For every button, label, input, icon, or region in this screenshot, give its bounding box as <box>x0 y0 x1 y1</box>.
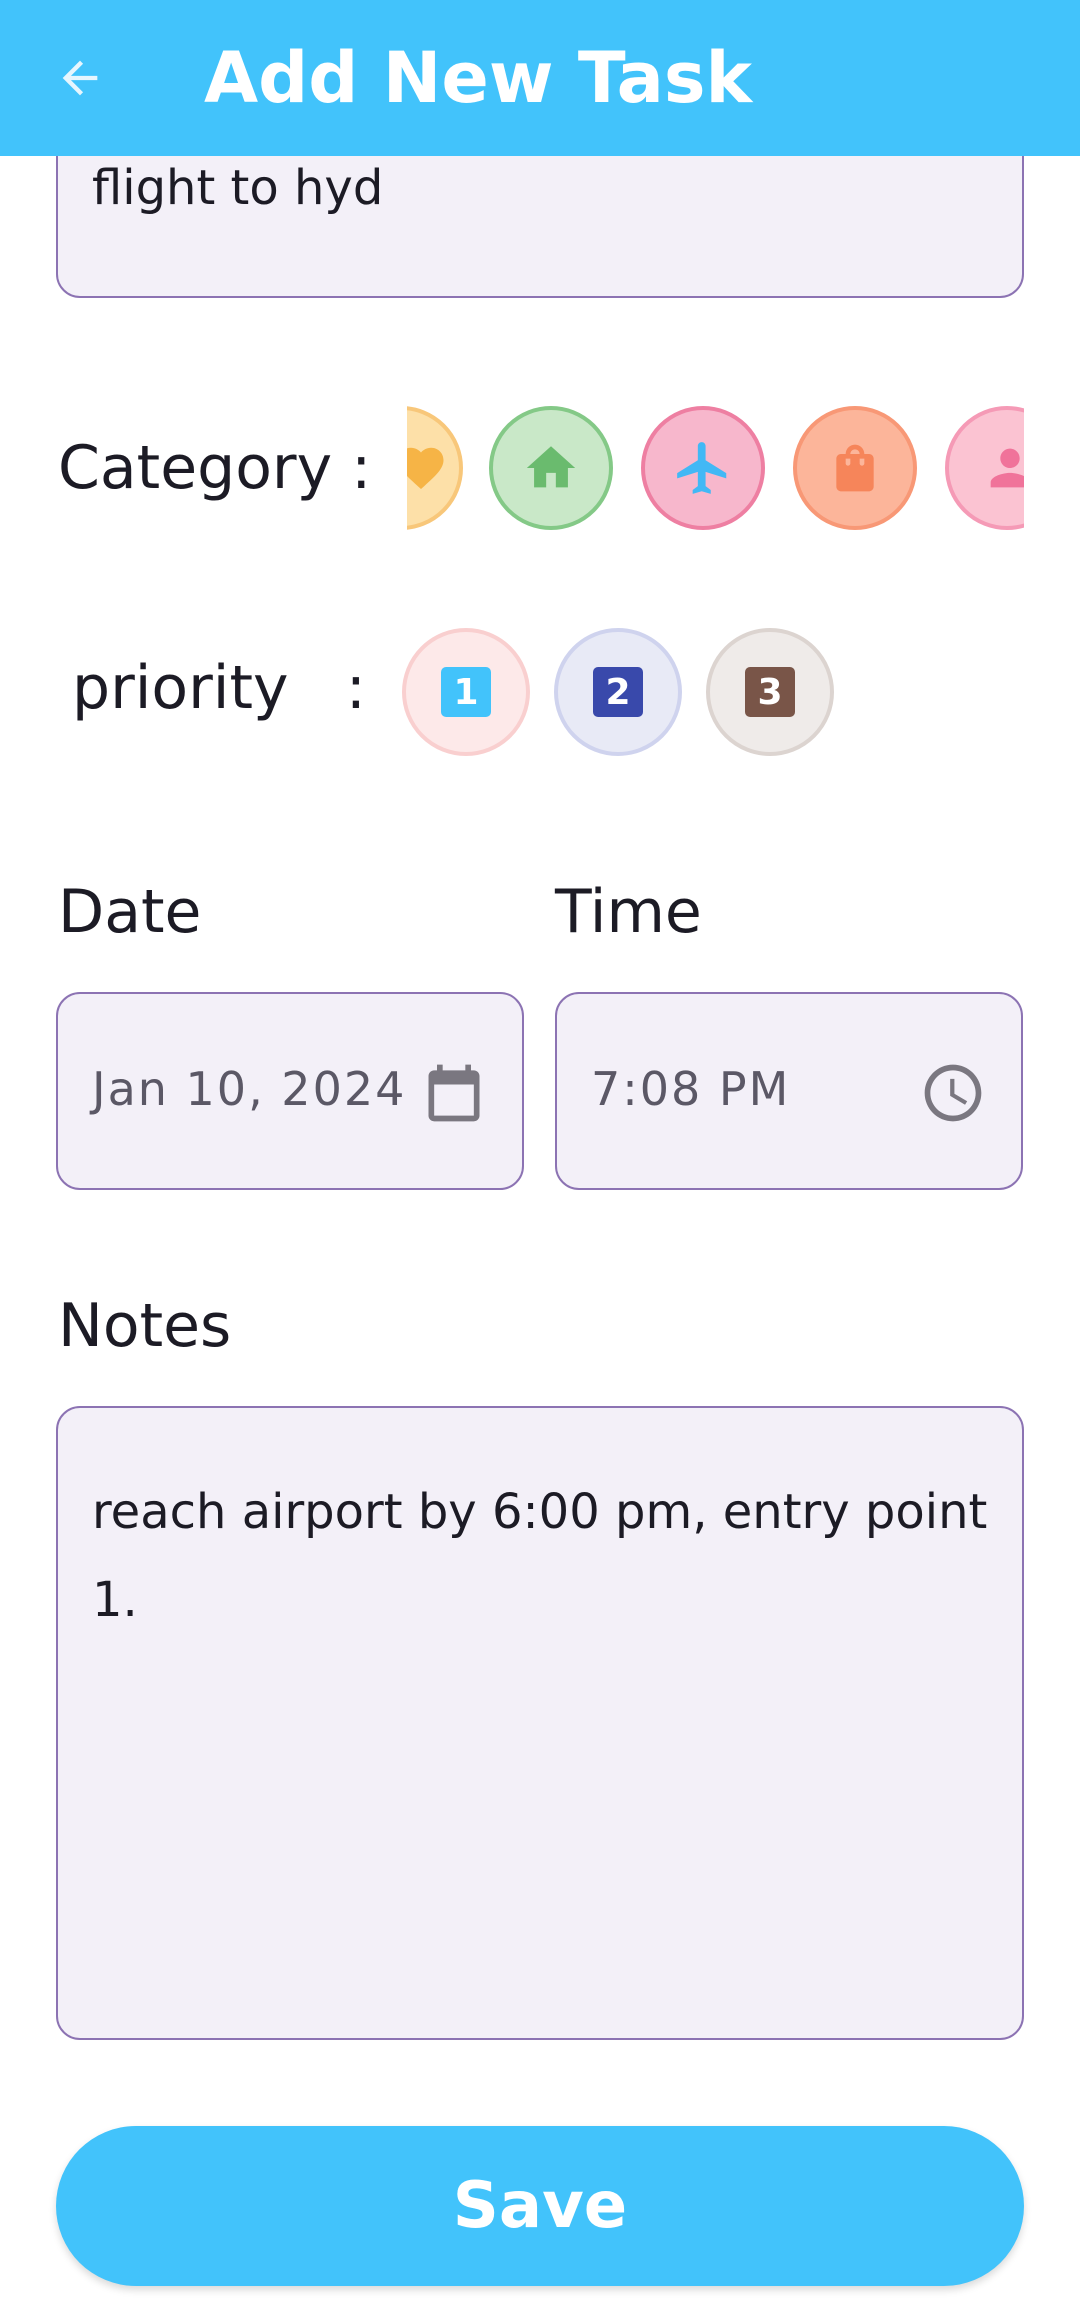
priority-label: priority : <box>72 653 366 723</box>
date-field[interactable]: Jan 10, 2024 <box>56 992 524 1190</box>
category-person[interactable] <box>945 406 1024 530</box>
app-bar: Add New Task <box>0 0 1080 156</box>
time-field[interactable]: 7:08 PM <box>555 992 1023 1190</box>
page-title: Add New Task <box>204 37 753 119</box>
priority-3-badge: 3 <box>745 667 795 717</box>
home-icon <box>526 446 576 488</box>
calendar-icon[interactable] <box>420 1058 488 1128</box>
priority-2-button[interactable]: 2 <box>554 628 682 756</box>
category-home[interactable] <box>489 406 613 530</box>
arrow-left-icon <box>62 60 98 96</box>
date-value: Jan 10, 2024 <box>92 1062 407 1116</box>
person-icon <box>990 448 1024 488</box>
heart-icon <box>407 447 444 490</box>
notes-value: reach airport by 6:00 pm, entry point 1. <box>92 1484 988 1628</box>
category-selector[interactable] <box>407 400 1024 538</box>
priority-3-button[interactable]: 3 <box>706 628 834 756</box>
time-value: 7:08 PM <box>591 1062 791 1116</box>
category-shopping[interactable] <box>793 406 917 530</box>
priority-2-badge: 2 <box>593 667 643 717</box>
priority-1-badge: 1 <box>441 667 491 717</box>
category-heart[interactable] <box>407 406 463 530</box>
save-button[interactable]: Save <box>56 2126 1024 2286</box>
clock-icon[interactable] <box>919 1058 987 1128</box>
back-button[interactable] <box>40 38 120 118</box>
priority-1-button[interactable]: 1 <box>402 628 530 756</box>
category-travel[interactable] <box>641 406 765 530</box>
airplane-icon <box>677 442 727 494</box>
notes-textarea[interactable]: reach airport by 6:00 pm, entry point 1. <box>56 1406 1024 2040</box>
task-title-value: flight to hyd <box>92 160 384 216</box>
shopping-bag-icon <box>836 444 874 492</box>
category-label: Category : <box>58 433 372 503</box>
time-label: Time <box>555 877 702 947</box>
date-label: Date <box>58 877 202 947</box>
notes-label: Notes <box>58 1291 232 1361</box>
